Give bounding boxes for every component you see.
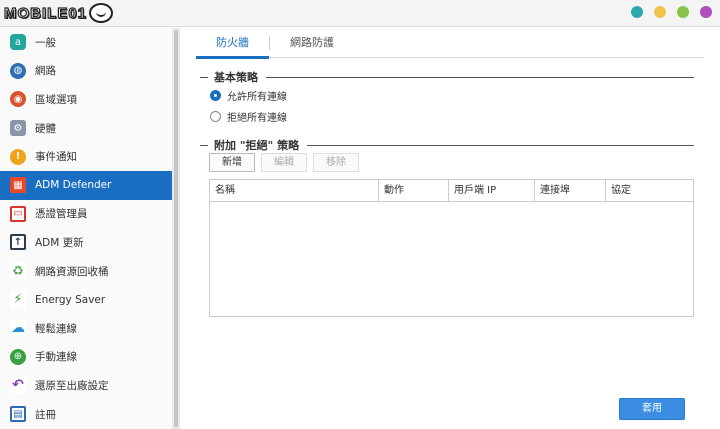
remove-rule-button[interactable]: 移除 — [313, 153, 359, 172]
basic-policy-header: 基本策略 — [200, 69, 694, 85]
hardware-icon: ⚙ — [10, 120, 26, 137]
sidebar-item-label: 輕鬆連線 — [35, 322, 77, 335]
apply-button[interactable]: 套用 — [619, 398, 685, 420]
sidebar-item-label: 事件通知 — [35, 151, 77, 164]
manual-connect-icon: ⊕ — [10, 348, 26, 365]
divider — [200, 144, 208, 146]
sidebar: a 一般 ◍ 網路 ◉ 區域選項 ⚙ 硬體 ! 事件通知 ▦ ADM Defen… — [0, 28, 172, 429]
deny-policy-title: 附加 "拒絕" 策略 — [214, 139, 300, 152]
sidebar-item-region[interactable]: ◉ 區域選項 — [0, 85, 172, 114]
logo: MOBILE01 — [3, 3, 114, 23]
firewall-icon: ▦ — [10, 177, 26, 194]
sidebar-item-label: Energy Saver — [35, 293, 106, 306]
certificate-icon: ▭ — [10, 205, 26, 222]
logo-face-icon — [89, 3, 114, 23]
sidebar-item-label: 還原至出廠設定 — [35, 379, 109, 392]
sidebar-item-label: 憑證管理員 — [35, 208, 88, 221]
column-header-action[interactable]: 動作 — [379, 180, 449, 201]
deny-all-radio[interactable] — [210, 111, 221, 122]
sidebar-item-label: 硬體 — [35, 122, 56, 135]
sidebar-item-adm-update[interactable]: ↑ ADM 更新 — [0, 228, 172, 257]
sidebar-item-label: ADM Defender — [35, 179, 112, 192]
notification-icon: ! — [10, 148, 26, 165]
sidebar-item-adm-defender[interactable]: ▦ ADM Defender — [0, 170, 172, 200]
sidebar-scrollbar-thumb[interactable] — [174, 30, 178, 427]
window-controls — [631, 6, 712, 18]
title-bar: MOBILE01 — [0, 0, 720, 27]
ezconnect-icon: ☁ — [10, 320, 26, 337]
sidebar-item-label: 網路資源回收桶 — [35, 265, 109, 278]
sidebar-item-notification[interactable]: ! 事件通知 — [0, 142, 172, 171]
sidebar-item-factory-reset[interactable]: ↶ 還原至出廠設定 — [0, 371, 172, 400]
tab-firewall[interactable]: 防火牆 — [196, 28, 269, 59]
sidebar-item-energy-saver[interactable]: ⚡ Energy Saver — [0, 285, 172, 314]
sidebar-item-label: 一般 — [35, 36, 56, 49]
divider — [200, 76, 208, 78]
restore-button[interactable] — [654, 6, 666, 18]
close-button[interactable] — [700, 6, 712, 18]
sidebar-item-label: 區域選項 — [35, 93, 77, 106]
deny-all-option[interactable]: 拒絕所有連線 — [210, 109, 287, 124]
sidebar-item-label: 註冊 — [35, 408, 56, 421]
energy-saver-icon: ⚡ — [10, 291, 26, 308]
sidebar-item-label: 網路 — [35, 65, 56, 78]
divider — [266, 76, 694, 78]
sidebar-item-recycle-bin[interactable]: ♻ 網路資源回收桶 — [0, 257, 172, 286]
sidebar-item-ezconnect[interactable]: ☁ 輕鬆連線 — [0, 314, 172, 343]
update-icon: ↑ — [10, 234, 26, 251]
tab-bar: 防火牆 網路防護 — [196, 28, 704, 59]
column-header-client-ip[interactable]: 用戶端 IP — [449, 180, 535, 201]
logo-text: MOBILE01 — [3, 4, 88, 22]
region-icon: ◉ — [10, 91, 26, 108]
sidebar-item-hardware[interactable]: ⚙ 硬體 — [0, 114, 172, 143]
sidebar-item-manual-connect[interactable]: ⊕ 手動連線 — [0, 343, 172, 372]
column-header-protocol[interactable]: 協定 — [606, 180, 693, 201]
allow-all-radio[interactable] — [210, 90, 221, 101]
divider — [307, 144, 694, 146]
rule-toolbar: 新增 編輯 移除 — [209, 153, 359, 172]
column-header-name[interactable]: 名稱 — [210, 180, 379, 201]
basic-policy-title: 基本策略 — [214, 71, 258, 84]
sidebar-item-network[interactable]: ◍ 網路 — [0, 57, 172, 86]
deny-all-label: 拒絕所有連線 — [227, 113, 287, 124]
allow-all-label: 允許所有連線 — [227, 92, 287, 103]
deny-policy-header: 附加 "拒絕" 策略 — [200, 137, 694, 153]
sidebar-item-label: 手動連線 — [35, 351, 77, 364]
tab-network-defense[interactable]: 網路防護 — [270, 28, 354, 58]
restore-icon: ↶ — [10, 377, 26, 394]
globe-icon: ◍ — [10, 62, 26, 79]
table-header: 名稱 動作 用戶端 IP 連接埠 協定 — [210, 180, 693, 202]
deny-rules-table: 名稱 動作 用戶端 IP 連接埠 協定 — [209, 179, 694, 317]
recycle-bin-icon: ♻ — [10, 263, 26, 280]
allow-all-option[interactable]: 允許所有連線 — [210, 88, 287, 103]
sidebar-item-general[interactable]: a 一般 — [0, 28, 172, 57]
maximize-button[interactable] — [677, 6, 689, 18]
minimize-button[interactable] — [631, 6, 643, 18]
main-panel: 防火牆 網路防護 基本策略 允許所有連線 拒絕所有連線 附加 "拒絕" 策略 新… — [180, 28, 720, 429]
register-icon: ▤ — [10, 406, 26, 423]
sidebar-item-label: ADM 更新 — [35, 236, 84, 249]
column-header-port[interactable]: 連接埠 — [535, 180, 606, 201]
add-rule-button[interactable]: 新增 — [209, 153, 255, 172]
sidebar-item-certificate[interactable]: ▭ 憑證管理員 — [0, 200, 172, 229]
sidebar-item-register[interactable]: ▤ 註冊 — [0, 400, 172, 429]
general-icon: a — [10, 34, 26, 51]
edit-rule-button[interactable]: 編輯 — [261, 153, 307, 172]
